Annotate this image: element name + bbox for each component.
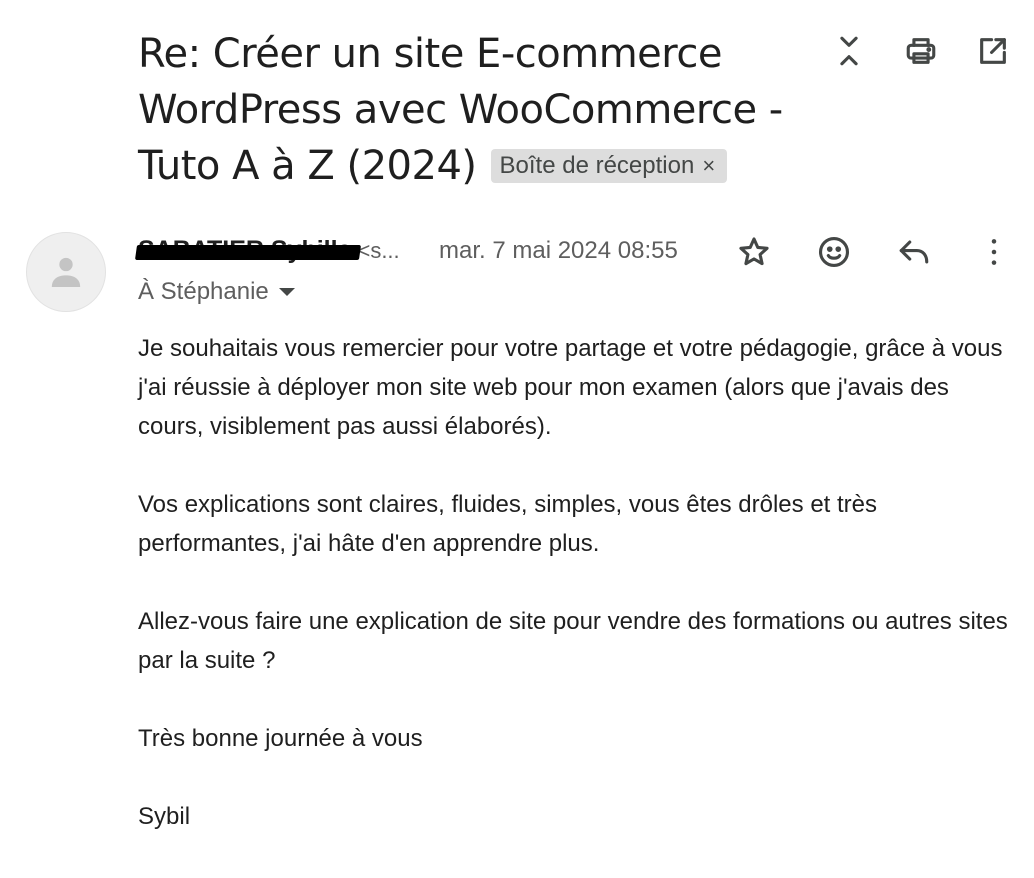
reply-icon[interactable] <box>894 232 934 272</box>
message-timestamp: mar. 7 mai 2024 08:55 <box>439 237 678 264</box>
thread-toolbar <box>828 30 1014 72</box>
emoji-reaction-icon[interactable] <box>814 232 854 272</box>
body-paragraph: Très bonne journée à vous <box>138 725 423 752</box>
person-icon <box>51 257 81 287</box>
label-text: Boîte de réception <box>499 152 695 179</box>
body-paragraph: Allez-vous faire une explication de site… <box>138 608 1008 674</box>
message-actions <box>734 232 1014 272</box>
open-in-new-window-icon[interactable] <box>972 30 1014 72</box>
sender-name[interactable]: SABATIER Sybille <box>134 236 362 265</box>
print-icon[interactable] <box>900 30 942 72</box>
recipient-text: À Stéphanie <box>138 278 269 305</box>
recipient-details[interactable]: À Stéphanie <box>138 278 295 306</box>
inbox-label-chip[interactable]: Boîte de réception × <box>490 149 728 183</box>
redaction-bar <box>134 245 362 260</box>
sender-line: SABATIER Sybille <s... <box>134 236 409 265</box>
sender-email: <s... <box>357 238 400 263</box>
star-icon[interactable] <box>734 232 774 272</box>
more-vert-icon[interactable] <box>974 232 1014 272</box>
recipient-dropdown-icon[interactable] <box>278 288 295 296</box>
signature: Sybil <box>138 803 191 830</box>
body-paragraph: Vos explications sont claires, fluides, … <box>138 491 878 557</box>
collapse-all-icon[interactable] <box>828 30 870 72</box>
remove-label-icon[interactable]: × <box>702 153 715 178</box>
email-body: Je souhaitais vous remercier pour votre … <box>138 329 1008 875</box>
body-paragraph: Je souhaitais vous remercier pour votre … <box>138 335 1003 440</box>
sender-avatar <box>26 232 106 312</box>
email-subject: Re: Créer un site E-commerce WordPress a… <box>138 26 808 194</box>
